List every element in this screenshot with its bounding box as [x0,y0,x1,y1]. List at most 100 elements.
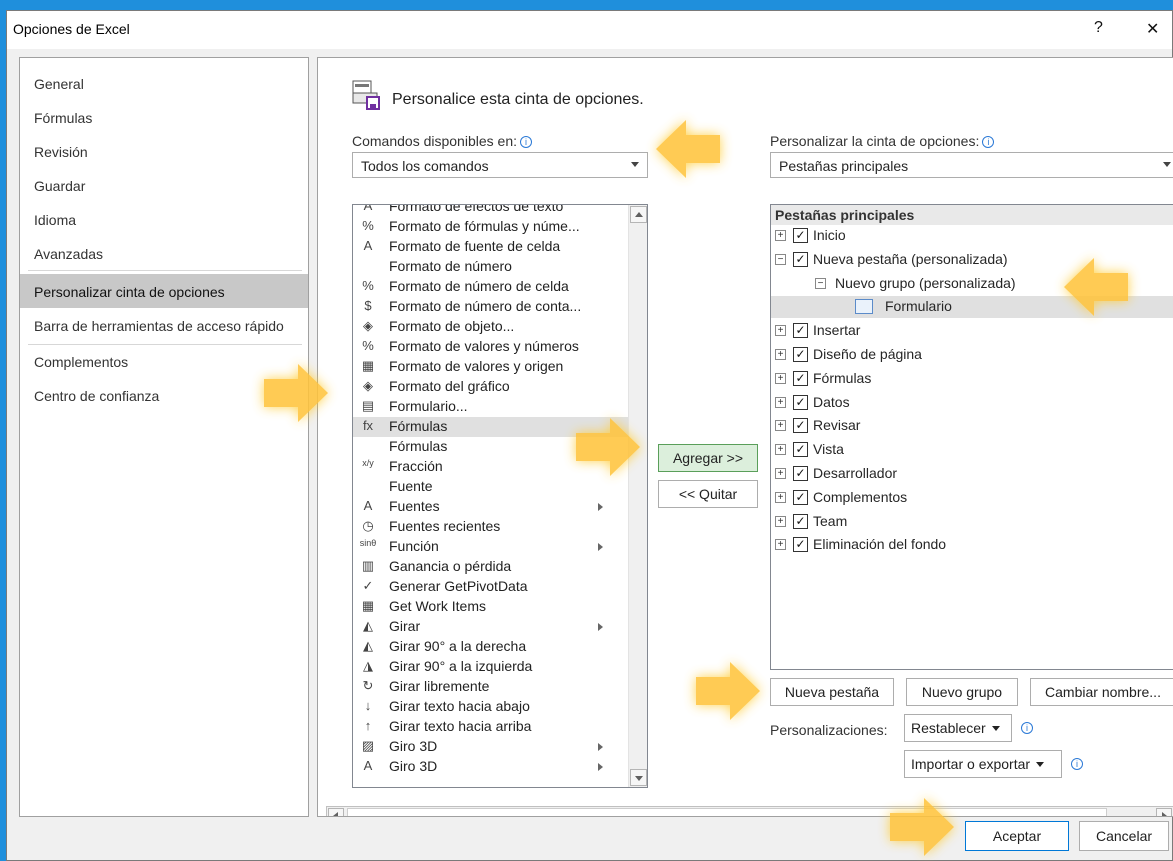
scroll-right-button[interactable] [1156,808,1172,816]
ribbon-tree-item[interactable]: + ✓ Team [771,511,1173,533]
tab-checkbox[interactable]: ✓ [793,394,808,410]
commands-list[interactable]: A Giro 3D ▨ Giro 3D ↑ Girar texto hacia arrib… [352,204,648,788]
new-group-button[interactable]: Nuevo grupo [906,678,1018,706]
command-list-item[interactable]: $ Formato de número de conta... [353,297,629,317]
command-icon: ◭ [363,618,373,633]
add-button[interactable]: Agregar >> [658,444,758,472]
ribbon-tree-item[interactable]: + ✓ Datos [771,392,1173,414]
tab-checkbox[interactable]: ✓ [793,228,808,243]
command-list-item[interactable]: % Formato de número de celda [353,277,629,297]
sidebar-item-barra-acceso-rapido[interactable]: Barra de herramientas de acceso rápido [20,308,308,342]
sidebar-item-idioma[interactable]: Idioma [20,202,308,236]
tree-item-label: Desarrollador [813,465,898,481]
command-list-item[interactable]: ▦ Formato de valores y origen [353,357,629,377]
new-tab-button[interactable]: Nueva pestaña [770,678,894,706]
scroll-thumb[interactable] [347,808,1107,816]
tab-checkbox[interactable]: ✓ [793,537,808,553]
submenu-arrow-icon [598,763,603,771]
command-list-item[interactable]: ◈ Formato del gráfico [353,377,629,397]
command-list-item[interactable]: ◮ Girar 90° a la izquierda [353,657,629,677]
command-list-item[interactable]: A Fuentes [353,497,629,517]
ribbon-tree-item[interactable]: + ✓ Desarrollador [771,463,1173,485]
ribbon-tree-item[interactable]: + ✓ Diseño de página [771,344,1173,366]
import-export-dropdown-button[interactable]: Importar o exportar [904,750,1062,778]
sidebar-item-personalizar-cinta[interactable]: Personalizar cinta de opciones [20,274,308,308]
sidebar-item-avanzadas[interactable]: Avanzadas [20,236,308,270]
command-list-item[interactable]: ↓ Girar texto hacia abajo [353,697,629,717]
collapse-icon[interactable]: − [775,253,786,265]
close-button[interactable]: ✕ [1146,19,1159,39]
command-list-item[interactable]: ▨ Giro 3D [353,737,629,757]
tab-checkbox[interactable]: ✓ [793,323,808,339]
ribbon-tree-item[interactable]: + ✓ Inicio [771,225,1173,247]
expand-icon[interactable]: + [775,230,786,241]
cancel-button[interactable]: Cancelar [1079,821,1169,851]
scroll-down-button[interactable] [630,769,647,786]
command-list-item[interactable]: ✓ Generar GetPivotData [353,577,629,597]
command-label: Giro 3D [389,758,438,774]
command-list-item[interactable]: A Giro 3D [353,757,629,777]
expand-icon[interactable]: + [775,420,786,432]
expand-icon[interactable]: + [775,539,786,551]
command-label: Giro 3D [389,738,438,754]
expand-icon[interactable]: + [775,325,786,337]
scroll-left-button[interactable] [328,808,344,816]
tab-checkbox[interactable]: ✓ [793,466,808,481]
expand-icon[interactable]: + [775,491,786,503]
command-list-item[interactable]: ◭ Girar [353,617,629,637]
sidebar-item-general[interactable]: General [20,66,308,100]
ribbon-tree-item[interactable]: + ✓ Vista [771,439,1173,461]
command-list-item[interactable]: ▦ Get Work Items [353,597,629,617]
tab-checkbox[interactable]: ✓ [793,513,808,529]
tab-checkbox[interactable]: ✓ [793,418,808,434]
remove-button[interactable]: << Quitar [658,480,758,508]
command-list-item[interactable]: ◭ Girar 90° a la derecha [353,637,629,657]
command-list-item[interactable]: ◈ Formato de objeto... [353,317,629,337]
command-list-item[interactable]: % Formato de valores y números [353,337,629,357]
reset-dropdown-button[interactable]: Restablecer [904,714,1012,742]
command-list-item[interactable]: A Formato de fuente de celda [353,237,629,257]
scroll-up-button[interactable] [630,206,647,223]
ribbon-tree-item[interactable]: + ✓ Revisar [771,415,1173,437]
rename-button[interactable]: Cambiar nombre... [1030,678,1173,706]
commands-scrollbar[interactable] [628,205,647,787]
command-list-item[interactable]: ▤ Formulario... [353,397,629,417]
expand-icon[interactable]: + [775,372,786,384]
collapse-icon[interactable]: − [815,277,826,289]
tab-checkbox[interactable]: ✓ [793,489,808,505]
command-list-item[interactable]: sinθ Función [353,537,629,557]
command-label: Formulario... [389,398,468,414]
sidebar-item-formulas[interactable]: Fórmulas [20,100,308,134]
expand-icon[interactable]: + [775,515,786,527]
tab-checkbox[interactable]: ✓ [793,370,808,386]
ribbon-tree-item[interactable]: + ✓ Eliminación del fondo [771,534,1173,556]
sidebar-item-guardar[interactable]: Guardar [20,168,308,202]
sidebar-item-revision[interactable]: Revisión [20,134,308,168]
tab-checkbox[interactable]: ✓ [793,442,808,458]
ok-button[interactable]: Aceptar [965,821,1069,851]
help-button[interactable]: ? [1094,19,1103,37]
command-list-item[interactable]: Formato de número [353,257,629,277]
horizontal-scrollbar[interactable] [326,806,1173,816]
expand-icon[interactable]: + [775,444,786,456]
command-list-item[interactable]: % Formato de fórmulas y núme... [353,217,629,237]
ribbon-tabs-dropdown[interactable]: Pestañas principales [770,152,1173,178]
expand-icon[interactable]: + [775,349,786,360]
command-icon: ↓ [364,698,372,713]
tab-checkbox[interactable]: ✓ [793,251,808,267]
command-list-item[interactable]: ↑ Girar texto hacia arriba [353,717,629,737]
command-list-item[interactable]: Fuente [353,477,629,497]
tree-item-label: Diseño de página [813,346,922,362]
command-list-item[interactable]: A Formato de efectos de texto [353,205,629,217]
command-list-item[interactable]: ↻ Girar libremente [353,677,629,697]
commands-source-dropdown[interactable]: Todos los comandos [352,152,648,178]
expand-icon[interactable]: + [775,468,786,479]
expand-icon[interactable]: + [775,396,786,408]
ribbon-tree-item[interactable]: + ✓ Insertar [771,320,1173,342]
tab-checkbox[interactable]: ✓ [793,347,808,362]
highlight-arrow-icon [888,796,956,858]
command-list-item[interactable]: ◷ Fuentes recientes [353,517,629,537]
ribbon-tree-item[interactable]: + ✓ Complementos [771,487,1173,509]
ribbon-tree-item[interactable]: + ✓ Fórmulas [771,368,1173,390]
command-list-item[interactable]: ▥ Ganancia o pérdida [353,557,629,577]
